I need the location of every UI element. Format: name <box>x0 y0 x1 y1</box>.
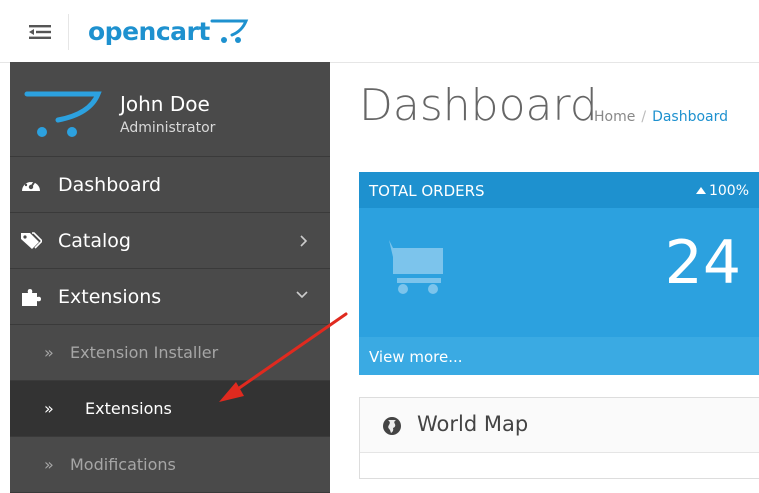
tile-title: TOTAL ORDERS <box>369 182 485 200</box>
double-chevron-icon: » <box>44 399 54 418</box>
tile-change: 100% <box>695 183 749 199</box>
sidebar-subitem-label: Extensions <box>85 399 172 418</box>
sidebar-item-extensions[interactable]: Extensions <box>10 269 330 325</box>
sidebar-item-catalog[interactable]: Catalog <box>10 213 330 269</box>
tile-change-value: 100% <box>708 183 749 199</box>
breadcrumb-separator: / <box>641 109 647 125</box>
tile-heading: TOTAL ORDERS 100% <box>359 172 759 208</box>
double-chevron-icon: » <box>44 343 54 362</box>
sidebar-subitem-label: Extension Installer <box>70 343 219 362</box>
breadcrumb: Home / Dashboard <box>594 109 728 125</box>
breadcrumb-dashboard-link[interactable]: Dashboard <box>652 109 728 125</box>
total-orders-tile: TOTAL ORDERS 100% 24 View more... <box>359 172 759 375</box>
world-map-title: World Map <box>417 412 529 436</box>
sidebar-item-label: Dashboard <box>58 173 162 196</box>
menu-toggle-button[interactable] <box>12 14 69 50</box>
tags-icon <box>21 232 42 249</box>
shopping-cart-icon <box>379 240 443 294</box>
chevron-down-icon <box>296 291 308 299</box>
user-profile[interactable]: John Doe Administrator <box>10 62 330 157</box>
user-name: John Doe <box>120 92 210 116</box>
sidebar-item-label: Catalog <box>58 229 131 252</box>
tile-value: 24 <box>664 228 741 298</box>
page-title: Dashboard <box>359 80 598 131</box>
sidebar-subitem-label: Modifications <box>70 455 176 474</box>
sidebar-subitem-extensions[interactable]: » Extensions <box>10 381 330 437</box>
top-header: opencart <box>0 0 759 63</box>
globe-icon <box>383 417 401 435</box>
dashboard-icon <box>22 179 40 191</box>
view-more-link[interactable]: View more... <box>369 348 463 366</box>
caret-up-icon <box>695 187 706 194</box>
puzzle-icon <box>22 289 41 306</box>
menu-toggle-icon <box>29 25 51 39</box>
sidebar-item-label: Extensions <box>58 285 162 308</box>
sidebar-subitem-modifications[interactable]: » Modifications <box>10 437 330 493</box>
breadcrumb-home-link[interactable]: Home <box>594 109 635 125</box>
user-role: Administrator <box>120 120 216 136</box>
sidebar-item-dashboard[interactable]: Dashboard <box>10 157 330 213</box>
sidebar-subitem-extension-installer[interactable]: » Extension Installer <box>10 325 330 381</box>
tile-footer: View more... <box>359 337 759 375</box>
logo-text: opencart <box>88 16 210 46</box>
opencart-logo[interactable]: opencart <box>88 11 250 51</box>
world-map-heading: World Map <box>360 398 759 453</box>
user-avatar-logo <box>24 91 102 137</box>
double-chevron-icon: » <box>44 455 54 474</box>
logo-cart-icon <box>210 19 249 43</box>
chevron-right-icon <box>300 235 308 247</box>
world-map-panel: World Map <box>359 397 759 479</box>
sidebar: John Doe Administrator Dashboard Catalog… <box>10 62 330 493</box>
